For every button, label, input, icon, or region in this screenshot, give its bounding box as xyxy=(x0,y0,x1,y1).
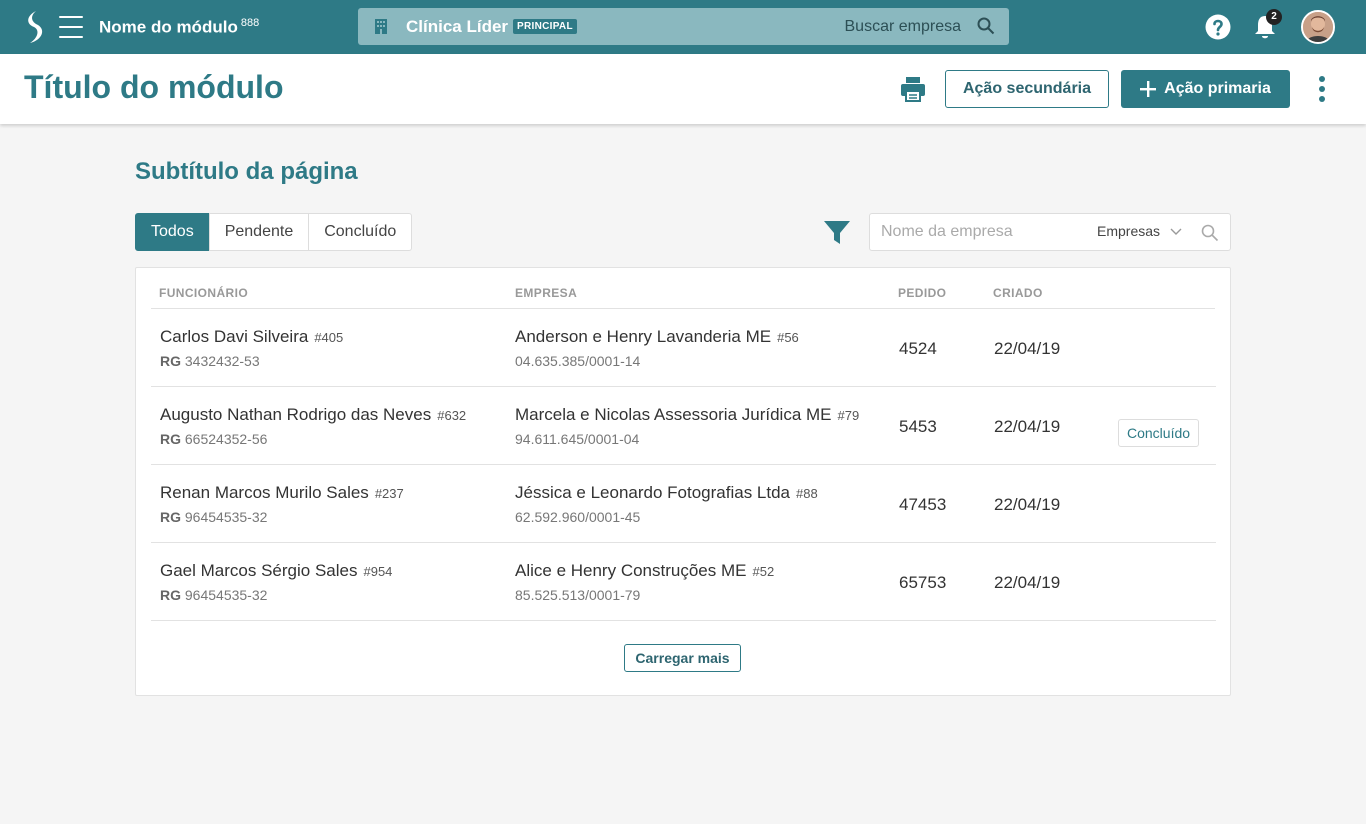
created-date: 22/04/19 xyxy=(994,339,1061,358)
company-id: #79 xyxy=(837,408,860,423)
company-type-select[interactable]: Empresas xyxy=(1097,223,1182,239)
company-filter: Empresas xyxy=(869,213,1231,251)
status-badge: Concluído xyxy=(1118,419,1200,447)
employee-id: #237 xyxy=(374,486,404,501)
company-search-label: Buscar empresa xyxy=(844,18,962,35)
company-cnpj: 85.525.513/0001-79 xyxy=(515,587,641,603)
avatar[interactable] xyxy=(1301,10,1335,44)
chevron-down-icon xyxy=(1170,228,1182,236)
column-header-pedido: PEDIDO xyxy=(898,286,947,300)
primary-action-button[interactable]: Ação primaria xyxy=(1121,70,1290,108)
top-bar: Nome do módulo 888 Clínica Líder PRINCIPA… xyxy=(0,0,1366,54)
module-badge: 888 xyxy=(240,17,260,29)
notification-count: 2 xyxy=(1266,9,1282,25)
employee-id: #632 xyxy=(437,408,467,423)
employee-name: Carlos Davi Silveira #405 xyxy=(160,327,344,346)
employee-rg: RG 3432432-53 xyxy=(160,353,260,369)
company-switcher[interactable]: Clínica Líder PRINCIPAL Buscar empresa xyxy=(358,8,1009,45)
page-title: Título do módulo xyxy=(24,69,284,105)
created-date: 22/04/19 xyxy=(994,495,1061,514)
table-row[interactable]: Gael Marcos Sérgio Sales #954 RG 96454535… xyxy=(151,543,1216,621)
search-icon[interactable] xyxy=(1201,224,1219,242)
table-row[interactable]: Augusto Nathan Rodrigo das Neves #632 RG … xyxy=(151,387,1216,465)
company-type-value: Empresas xyxy=(1097,223,1161,239)
company-cnpj: 62.592.960/0001-45 xyxy=(515,509,641,525)
module-name-label: Nome do módulo xyxy=(99,17,238,37)
employee-rg: RG 96454535-32 xyxy=(160,509,268,525)
company-name: Jéssica e Leonardo Fotografias Ltda #88 xyxy=(515,483,818,502)
company-name: Marcela e Nicolas Assessoria Jurídica ME… xyxy=(515,405,860,424)
company-cnpj: 94.611.645/0001-04 xyxy=(515,431,640,447)
column-header-funcionario: FUNCIONÁRIO xyxy=(159,286,249,300)
building-icon xyxy=(375,19,387,34)
employee-rg: RG 66524352-56 xyxy=(160,431,268,447)
plus-icon xyxy=(1140,81,1157,97)
employee-name: Renan Marcos Murilo Sales #237 xyxy=(160,483,404,502)
orders-table: FUNCIONÁRIO EMPRESA PEDIDO CRIADO Carlos… xyxy=(135,267,1231,696)
table-row[interactable]: Carlos Davi Silveira #405 RG 3432432-53 A… xyxy=(151,309,1216,387)
menu-icon[interactable] xyxy=(59,16,83,38)
order-number: 47453 xyxy=(899,495,947,514)
employee-id: #954 xyxy=(363,564,393,579)
logo-icon[interactable] xyxy=(22,10,46,44)
company-name: Anderson e Henry Lavanderia ME #56 xyxy=(515,327,799,346)
tab-concluido[interactable]: Concluído xyxy=(308,213,413,251)
order-number: 65753 xyxy=(899,573,947,592)
created-date: 22/04/19 xyxy=(994,417,1061,436)
company-cnpj: 04.635.385/0001-14 xyxy=(515,353,641,369)
help-icon[interactable] xyxy=(1205,14,1231,40)
more-vertical-icon[interactable] xyxy=(1316,76,1328,102)
load-more-button[interactable]: Carregar mais xyxy=(624,644,741,672)
company-name-input[interactable] xyxy=(881,214,1081,250)
table-row[interactable]: Renan Marcos Murilo Sales #237 RG 9645453… xyxy=(151,465,1216,543)
employee-name: Augusto Nathan Rodrigo das Neves #632 xyxy=(160,405,467,424)
tab-todos[interactable]: Todos xyxy=(135,213,210,251)
company-id: #88 xyxy=(796,486,818,501)
company-name: Alice e Henry Construções ME #52 xyxy=(515,561,775,580)
company-tag: PRINCIPAL xyxy=(513,19,577,34)
employee-id: #405 xyxy=(314,330,344,345)
order-number: 5453 xyxy=(899,417,937,436)
column-header-empresa: EMPRESA xyxy=(515,286,578,300)
employee-rg: RG 96454535-32 xyxy=(160,587,268,603)
module-name: Nome do módulo 888 xyxy=(99,17,259,38)
employee-name: Gael Marcos Sérgio Sales #954 xyxy=(160,561,393,580)
company-id: #56 xyxy=(777,330,799,345)
order-number: 4524 xyxy=(899,339,937,358)
company-name: Clínica Líder xyxy=(406,17,509,36)
created-date: 22/04/19 xyxy=(994,573,1061,592)
secondary-action-button[interactable]: Ação secundária xyxy=(945,70,1109,108)
company-id: #52 xyxy=(752,564,775,579)
primary-action-label: Ação primaria xyxy=(1164,80,1271,97)
page-subtitle: Subtítulo da página xyxy=(135,158,358,185)
print-icon[interactable] xyxy=(899,75,927,103)
search-icon[interactable] xyxy=(977,17,995,35)
tab-pendente[interactable]: Pendente xyxy=(208,213,310,251)
status-tabs: Todos Pendente Concluído xyxy=(135,213,413,251)
column-header-criado: CRIADO xyxy=(993,286,1043,300)
filter-icon[interactable] xyxy=(823,218,851,246)
page-header: Título do módulo Ação secundária Ação pr… xyxy=(0,54,1366,124)
